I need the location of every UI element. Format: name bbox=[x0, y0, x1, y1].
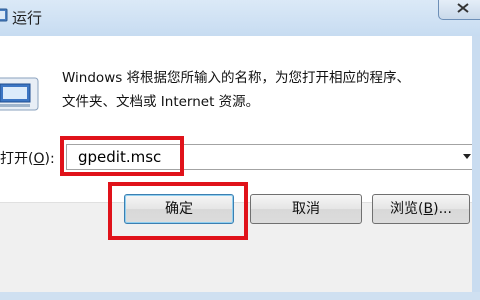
browse-label-hotkey: B bbox=[423, 201, 434, 217]
open-label: 打开(O): bbox=[0, 148, 55, 168]
browse-label-suffix: )... bbox=[433, 201, 452, 217]
dropdown-arrow-icon[interactable] bbox=[463, 154, 471, 159]
open-label-prefix: 打开( bbox=[0, 151, 34, 167]
open-label-hotkey: O bbox=[33, 151, 45, 167]
dialog-description: Windows 将根据您所输入的名称，为您打开相应的程序、 文件夹、文档或 In… bbox=[62, 66, 466, 114]
input-highlight-box bbox=[60, 136, 184, 176]
ok-highlight-box bbox=[108, 182, 248, 240]
title-bar[interactable]: 运行 bbox=[0, 0, 480, 36]
browse-label-prefix: 浏览( bbox=[390, 201, 424, 217]
window-frame-bottom bbox=[0, 292, 480, 300]
run-icon bbox=[0, 8, 8, 22]
window-frame-right bbox=[472, 36, 480, 300]
run-command-icon bbox=[0, 77, 39, 111]
close-button[interactable] bbox=[438, 0, 480, 20]
window-title: 运行 bbox=[12, 9, 43, 27]
open-label-suffix: ): bbox=[44, 151, 55, 167]
cancel-button[interactable]: 取消 bbox=[250, 194, 362, 224]
description-line-2: 文件夹、文档或 Internet 资源。 bbox=[62, 94, 260, 110]
browse-button[interactable]: 浏览(B)... bbox=[372, 194, 470, 224]
dialog-body: Windows 将根据您所输入的名称，为您打开相应的程序、 文件夹、文档或 In… bbox=[0, 36, 476, 300]
close-icon bbox=[457, 3, 469, 13]
description-line-1: Windows 将根据您所输入的名称，为您打开相应的程序、 bbox=[62, 70, 411, 86]
